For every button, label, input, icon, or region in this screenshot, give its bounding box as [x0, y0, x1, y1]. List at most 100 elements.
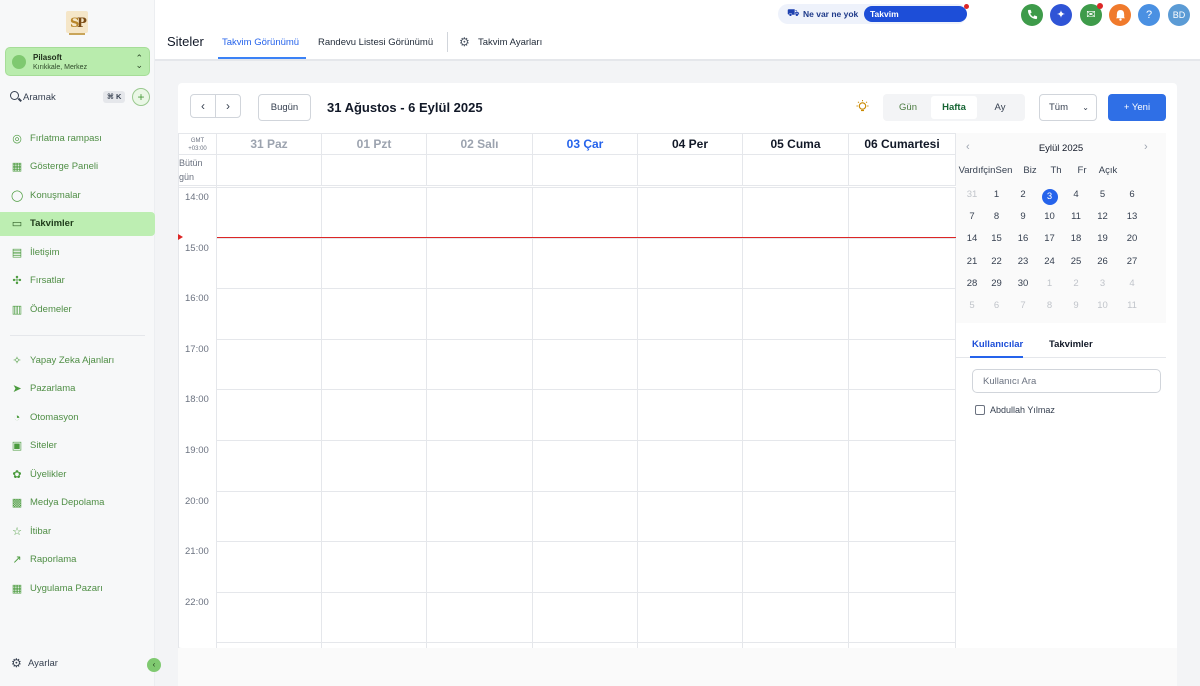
sidebar-item-sites[interactable]: ▣ Siteler [0, 434, 155, 458]
sidebar-search[interactable]: Aramak ⌘ K + [10, 88, 150, 106]
day-header[interactable]: 06 Cumartesi [849, 133, 956, 155]
notifications-button[interactable] [1109, 4, 1131, 26]
mini-calendar-day[interactable]: 3 [1090, 278, 1116, 289]
all-day-cell[interactable] [217, 155, 322, 185]
sidebar-item-membership[interactable]: ✿ Üyelikler [0, 463, 155, 487]
tab-calendar-settings[interactable]: Takvim Ayarları [478, 37, 542, 48]
day-header[interactable]: 05 Cuma [743, 133, 849, 155]
mini-calendar-day[interactable]: 5 [959, 300, 985, 311]
mini-calendar-day[interactable]: 27 [1119, 256, 1145, 267]
mini-calendar-day[interactable]: 1 [1037, 278, 1063, 289]
sidebar-item-rocket[interactable]: ◎ Fırlatma rampası [0, 127, 155, 151]
mini-calendar-day[interactable]: 17 [1037, 233, 1063, 244]
sidebar-item-contacts[interactable]: ▤ İletişim [0, 241, 155, 265]
sidebar-item-dashboard[interactable]: ▦ Gösterge Paneli [0, 155, 155, 179]
mini-calendar-day[interactable]: 25 [1063, 256, 1089, 267]
tab-calendars[interactable]: Takvimler [1049, 339, 1093, 350]
quick-add-button[interactable]: + [132, 88, 150, 106]
mini-calendar-day[interactable]: 4 [1063, 189, 1089, 200]
tab-users[interactable]: Kullanıcılar [972, 339, 1023, 350]
user-search-input[interactable] [983, 370, 1153, 392]
calendar-updates-pill[interactable]: Takvim Güncellemeleri [864, 6, 967, 35]
sidebar-item-calendar[interactable]: ▭ Takvimler [0, 212, 155, 236]
mini-calendar-day[interactable]: 6 [984, 300, 1010, 311]
mini-calendar-day[interactable]: 9 [1063, 300, 1089, 311]
mini-calendar-day[interactable]: 24 [1037, 256, 1063, 267]
view-month-button[interactable]: Ay [977, 96, 1023, 119]
location-switcher[interactable]: Pilasoft Kırıkkale, Merkez ⌃ ⌄ [5, 47, 150, 76]
whats-new-banner[interactable]: ⛟ Ne var ne yok Takvim Güncellemeleri [778, 4, 969, 35]
mini-calendar-day[interactable]: 16 [1010, 233, 1036, 244]
sidebar-item-payments[interactable]: ▥ Ödemeler [0, 298, 155, 322]
mini-calendar-day[interactable]: 20 [1119, 233, 1145, 244]
new-appointment-button[interactable]: + Yeni [1108, 94, 1166, 121]
mini-calendar-day[interactable]: 2 [1063, 278, 1089, 289]
tab-calendar-view[interactable]: Takvim Görünümü [222, 37, 299, 48]
mini-calendar-day[interactable]: 7 [1010, 300, 1036, 311]
mini-calendar-day[interactable]: 23 [1010, 256, 1036, 267]
mini-calendar-day[interactable]: 26 [1090, 256, 1116, 267]
mini-calendar-day[interactable]: 11 [1119, 300, 1145, 311]
sidebar-item-opportunities[interactable]: ✣ Fırsatlar [0, 269, 155, 293]
mini-calendar-day[interactable]: 21 [959, 256, 985, 267]
day-header[interactable]: 31 Paz [217, 133, 322, 155]
mini-calendar-day[interactable]: 29 [984, 278, 1010, 289]
tab-appointment-list[interactable]: Randevu Listesi Görünümü [318, 37, 433, 48]
magic-button[interactable]: ✦ [1050, 4, 1072, 26]
mini-calendar-day[interactable]: 22 [984, 256, 1010, 267]
sidebar-item-chart[interactable]: ↗ Raporlama [0, 548, 155, 572]
mini-calendar-day-selected[interactable]: 3 [1037, 189, 1063, 205]
mini-calendar-day[interactable]: 11 [1063, 211, 1089, 222]
mini-calendar-day[interactable]: 19 [1090, 233, 1116, 244]
mini-calendar-day[interactable]: 1 [984, 189, 1010, 200]
user-checkbox[interactable] [975, 405, 985, 415]
mini-calendar-day[interactable]: 10 [1037, 211, 1063, 222]
mini-calendar-day[interactable]: 14 [959, 233, 985, 244]
day-header[interactable]: 01 Pzt [322, 133, 427, 155]
lightbulb-icon[interactable] [856, 100, 869, 117]
view-week-button[interactable]: Hafta [931, 96, 977, 119]
sidebar-item-automation[interactable]: ◔ Otomasyon [0, 406, 155, 430]
mini-calendar-day[interactable]: 8 [984, 211, 1010, 222]
all-day-cell[interactable] [427, 155, 533, 185]
day-header[interactable]: 03 Çar [533, 133, 638, 155]
mini-calendar-day[interactable]: 6 [1119, 189, 1145, 200]
view-day-button[interactable]: Gün [885, 96, 931, 119]
mini-calendar-day[interactable]: 28 [959, 278, 985, 289]
prev-week-button[interactable]: ‹ [190, 94, 216, 118]
mini-calendar-day[interactable]: 18 [1063, 233, 1089, 244]
mini-calendar-day[interactable]: 2 [1010, 189, 1036, 200]
all-day-cell[interactable] [743, 155, 849, 185]
all-day-cell[interactable] [849, 155, 956, 185]
sidebar-item-media[interactable]: ▩ Medya Depolama [0, 491, 155, 515]
sidebar-item-apps[interactable]: ▦ Uygulama Pazarı [0, 577, 155, 601]
today-button[interactable]: Bugün [258, 94, 311, 121]
user-avatar[interactable]: BD [1168, 4, 1190, 26]
sidebar-item-star[interactable]: ☆ İtibar [0, 520, 155, 544]
all-day-cell[interactable] [638, 155, 743, 185]
sidebar-item-send[interactable]: ➤ Pazarlama [0, 377, 155, 401]
mini-calendar-day[interactable]: 31 [959, 189, 985, 200]
sidebar-item-chat[interactable]: ◯ Konuşmalar [0, 184, 155, 208]
filter-select[interactable]: Tüm ⌄ [1039, 94, 1097, 121]
mini-calendar-day[interactable]: 10 [1090, 300, 1116, 311]
mini-calendar-day[interactable]: 9 [1010, 211, 1036, 222]
mini-calendar-day[interactable]: 12 [1090, 211, 1116, 222]
mini-calendar-day[interactable]: 8 [1037, 300, 1063, 311]
phone-button[interactable] [1021, 4, 1043, 26]
mini-calendar-day[interactable]: 30 [1010, 278, 1036, 289]
mini-calendar-day[interactable]: 7 [959, 211, 985, 222]
help-button[interactable]: ? [1138, 4, 1160, 26]
all-day-cell[interactable] [322, 155, 427, 185]
mini-calendar-day[interactable]: 5 [1090, 189, 1116, 200]
announcements-button[interactable]: ✉ [1080, 3, 1103, 26]
day-header[interactable]: 02 Salı [427, 133, 533, 155]
mini-calendar-day[interactable]: 15 [984, 233, 1010, 244]
next-week-button[interactable]: › [215, 94, 241, 118]
collapse-sidebar-button[interactable]: ‹ [147, 658, 161, 672]
day-header[interactable]: 04 Per [638, 133, 743, 155]
all-day-cell[interactable] [533, 155, 638, 185]
mini-calendar-day[interactable]: 4 [1119, 278, 1145, 289]
sidebar-item-ai-sparkle[interactable]: ✧ Yapay Zeka Ajanları [0, 349, 155, 373]
mini-next-month-button[interactable]: › [1144, 141, 1148, 153]
